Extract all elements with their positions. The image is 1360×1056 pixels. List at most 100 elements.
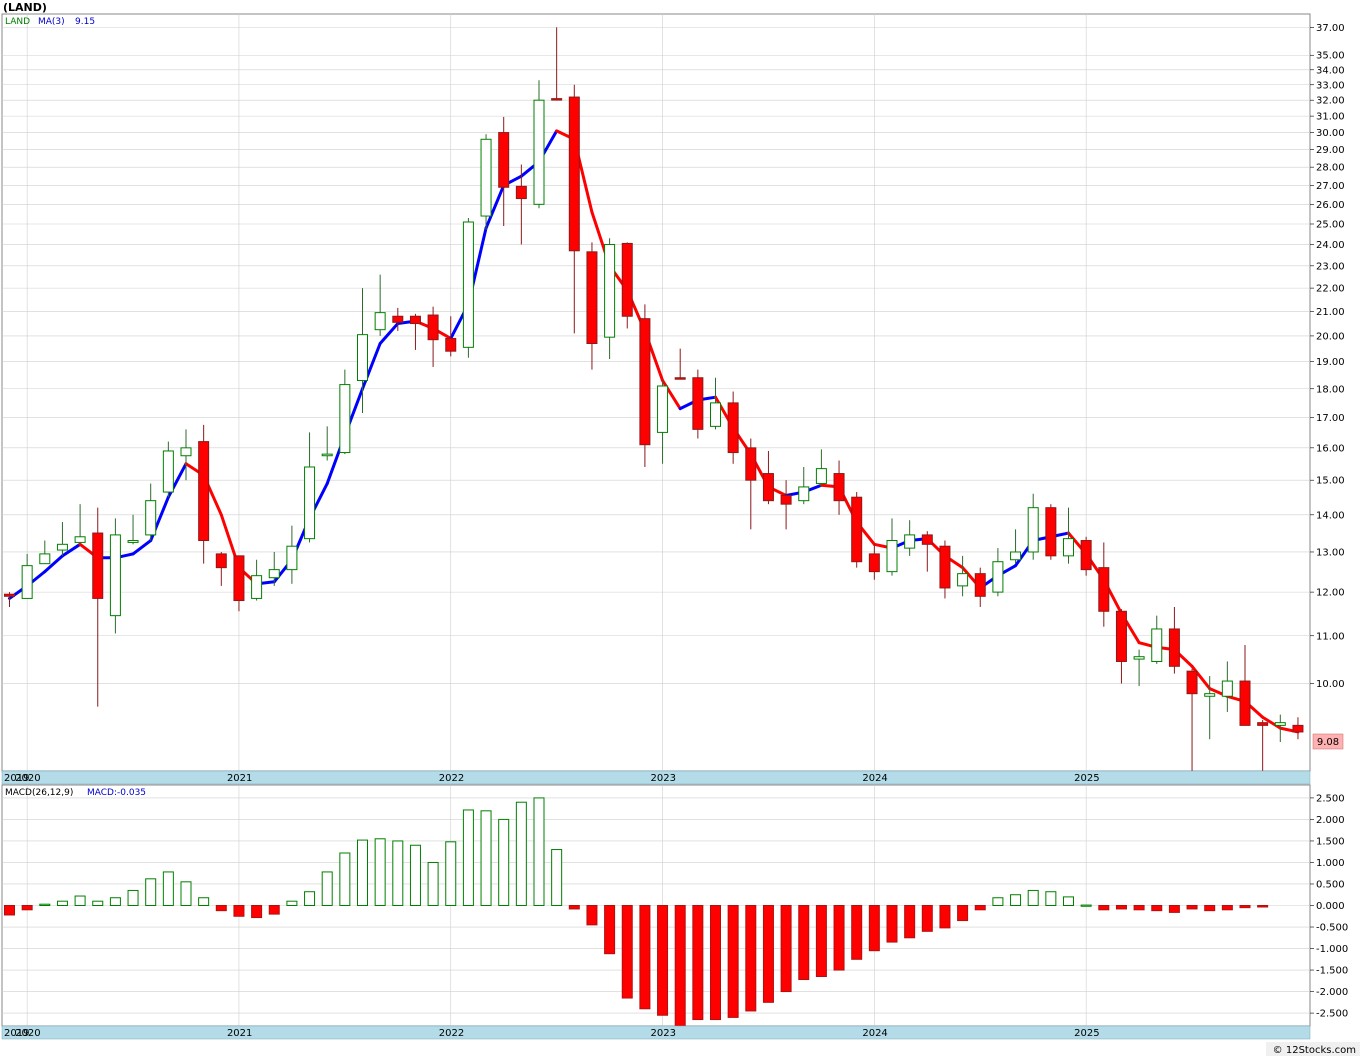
candle-body	[427, 314, 439, 341]
price-x-tick-label: 2023	[651, 773, 676, 784]
price-tick-label: 24.00	[1316, 240, 1345, 251]
price-tick-label: 16.00	[1316, 443, 1345, 454]
macd-bar	[462, 809, 474, 906]
candle-body	[586, 251, 598, 344]
chart-title: (LAND)	[3, 1, 47, 14]
candle-body	[21, 565, 33, 599]
macd-bar	[1045, 891, 1057, 907]
macd-bar	[762, 905, 774, 1003]
macd-bar	[374, 838, 386, 906]
legend-symbol: LAND	[5, 17, 30, 27]
macd-bar	[568, 905, 580, 910]
macd-bar	[886, 905, 898, 943]
price-tick-label: 19.00	[1316, 357, 1345, 368]
candle-body	[1063, 538, 1074, 557]
macd-bar	[109, 897, 121, 907]
macd-bar	[21, 905, 33, 911]
candle-body	[215, 553, 227, 569]
macd-tick-label: 0.500	[1316, 879, 1345, 890]
macd-y-axis: 2.500 2.000 1.500 1.000 0.500 0.000 -0.500 -1.0…	[1310, 793, 1348, 1020]
candle-body	[92, 532, 104, 599]
macd-bar	[180, 881, 192, 907]
candle-body	[762, 473, 774, 502]
macd-x-tick-label: 2021	[227, 1028, 252, 1039]
price-panel	[1, 13, 1311, 772]
price-tick-label: 21.00	[1316, 307, 1345, 318]
price-tick-label: 14.00	[1316, 510, 1345, 521]
price-tick-label: 34.00	[1316, 65, 1345, 76]
macd-bar	[992, 897, 1004, 907]
candle-body	[286, 545, 298, 571]
candle-body	[551, 98, 563, 101]
macd-bar	[1221, 905, 1233, 911]
macd-bar	[392, 840, 404, 906]
macd-bar	[1168, 905, 1180, 913]
candle-body	[568, 96, 580, 252]
price-tick-label: 30.00	[1316, 128, 1345, 139]
macd-bar	[56, 900, 68, 906]
candle-body	[1027, 507, 1039, 553]
candle-body	[710, 402, 721, 427]
candle-body	[780, 494, 792, 505]
candle-body	[56, 543, 68, 551]
candle-body	[321, 453, 333, 457]
candle-body	[886, 540, 898, 573]
candle-body	[109, 534, 121, 617]
macd-bar	[621, 905, 633, 999]
macd-bar	[868, 905, 880, 952]
candle-body	[939, 545, 951, 589]
candle-body	[1257, 722, 1269, 726]
macd-tick-label: 2.000	[1316, 815, 1345, 826]
candle-body	[1151, 628, 1163, 662]
macd-bar	[1133, 905, 1145, 911]
macd-bar	[92, 900, 104, 906]
macd-x-tick-label: 2025	[1074, 1028, 1099, 1039]
candle-body	[815, 468, 827, 485]
legend-ma-value: 9.15	[75, 17, 95, 27]
candle-body	[180, 447, 192, 457]
macd-bar	[145, 878, 157, 907]
price-tick-label: 35.00	[1316, 51, 1345, 62]
macd-bar	[533, 797, 545, 906]
macd-x-tick-label: 2020	[15, 1028, 40, 1039]
candle-body	[992, 561, 1004, 593]
price-x-tick-label: 2021	[227, 773, 252, 784]
price-tick-label: 12.00	[1316, 588, 1345, 599]
macd-bar	[215, 905, 227, 912]
price-tick-label: 23.00	[1316, 261, 1345, 272]
macd-bar	[357, 839, 368, 906]
legend-ma-label: MA(3)	[38, 17, 65, 27]
candle-body	[198, 441, 210, 542]
macd-bar	[1186, 905, 1198, 910]
macd-bar	[1115, 905, 1127, 910]
candle-body	[39, 553, 51, 565]
macd-bar	[233, 905, 245, 917]
candle-body	[409, 315, 421, 325]
candle-body	[1045, 507, 1057, 557]
macd-x-tick-label: 2024	[862, 1028, 887, 1039]
candle-body	[1080, 540, 1092, 571]
price-tick-label: 10.00	[1316, 679, 1345, 690]
candle-body	[1292, 724, 1304, 733]
price-tick-label: 11.00	[1316, 631, 1345, 642]
candle-body	[904, 534, 916, 549]
macd-bar	[339, 852, 351, 906]
candle-body	[727, 402, 739, 454]
price-tick-label: 29.00	[1316, 145, 1345, 156]
macd-bar	[551, 849, 563, 907]
price-tick-label: 27.00	[1316, 181, 1345, 192]
chart-canvas: 37.00 35.00 34.00 33.00 32.00 31.00 30.00 29.00…	[1, 1, 1360, 1056]
candle-body	[1168, 628, 1180, 667]
candle-body	[1239, 680, 1251, 726]
candle-body	[162, 450, 174, 493]
macd-bar	[515, 801, 527, 907]
macd-tick-label: -2.500	[1316, 1009, 1348, 1020]
price-tick-label: 26.00	[1316, 200, 1345, 211]
macd-bar	[1080, 904, 1092, 907]
macd-bar	[692, 905, 704, 1021]
macd-bar	[480, 810, 492, 906]
candle-body	[145, 500, 157, 536]
macd-bar	[586, 905, 598, 926]
candle-body	[339, 384, 351, 454]
candle-body	[745, 447, 757, 481]
